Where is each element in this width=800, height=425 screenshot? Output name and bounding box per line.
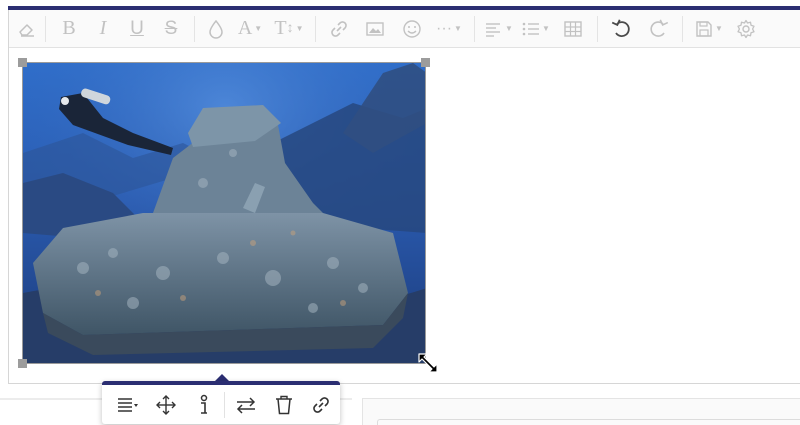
- toolbar-separator: [597, 15, 598, 42]
- align-icon[interactable]: ▼: [483, 15, 515, 43]
- settings-icon[interactable]: [731, 15, 761, 43]
- selected-image[interactable]: [18, 58, 438, 373]
- font-size-icon-label: T: [274, 17, 287, 39]
- popover-toolbar: [102, 381, 340, 424]
- strikethrough-icon[interactable]: S: [156, 15, 186, 43]
- link-icon[interactable]: [324, 15, 354, 43]
- resize-handle-top-left[interactable]: [18, 58, 27, 67]
- save-icon[interactable]: ▼: [691, 15, 727, 43]
- toolbar-separator: [315, 15, 316, 42]
- list-icon[interactable]: ▼: [519, 15, 553, 43]
- toolbar-separator: [194, 15, 195, 42]
- chevron-down-icon: ▼: [254, 24, 263, 33]
- chevron-down-icon: ▼: [542, 24, 550, 33]
- resize-cursor-icon: [416, 351, 440, 380]
- rich-text-editor: B I U S A ▼ T ↕ ▼ ··· ▼ ▼ ▼ ▼: [8, 10, 800, 384]
- undo-icon[interactable]: [606, 15, 638, 43]
- underwater-tank-image[interactable]: [22, 62, 426, 364]
- image-icon[interactable]: [358, 15, 392, 43]
- table-icon[interactable]: [557, 15, 589, 43]
- resize-handle-top-right[interactable]: [421, 58, 430, 67]
- updown-arrow-icon: ↕: [286, 20, 294, 36]
- bold-icon[interactable]: B: [54, 15, 84, 43]
- page: B I U S A ▼ T ↕ ▼ ··· ▼ ▼ ▼ ▼: [0, 0, 800, 425]
- chevron-down-icon: ▼: [505, 24, 513, 33]
- editor-content[interactable]: [9, 49, 800, 383]
- secondary-panel: [362, 398, 800, 425]
- more-icon[interactable]: ··· ▼: [432, 15, 466, 43]
- redo-icon[interactable]: [642, 15, 674, 43]
- italic-icon[interactable]: I: [88, 15, 118, 43]
- chevron-down-icon: ▼: [454, 24, 462, 33]
- emoji-icon[interactable]: [396, 15, 428, 43]
- delete-icon[interactable]: [265, 390, 303, 420]
- info-icon[interactable]: [185, 390, 223, 420]
- secondary-panel-inner: [377, 419, 800, 425]
- toolbar-separator: [474, 15, 475, 42]
- font-icon-label: A: [237, 17, 253, 39]
- chevron-down-icon: ▼: [295, 24, 304, 33]
- editor-toolbar: B I U S A ▼ T ↕ ▼ ··· ▼ ▼ ▼ ▼: [9, 10, 800, 48]
- popover-arrow: [215, 374, 229, 381]
- replace-icon[interactable]: [227, 390, 265, 420]
- image-edit-popover: [102, 374, 340, 424]
- popover-separator: [224, 391, 226, 418]
- align-icon[interactable]: [108, 390, 147, 420]
- move-icon[interactable]: [147, 390, 185, 420]
- chevron-down-icon: ▼: [715, 24, 723, 33]
- more-icon-label: ···: [436, 19, 453, 37]
- toolbar-separator: [45, 15, 46, 42]
- eraser-icon[interactable]: [17, 15, 37, 43]
- resize-handle-bottom-left[interactable]: [18, 359, 27, 368]
- font-size-icon[interactable]: T ↕ ▼: [271, 15, 307, 43]
- toolbar-separator: [682, 15, 683, 42]
- underline-icon[interactable]: U: [122, 15, 152, 43]
- link-icon[interactable]: [302, 390, 340, 420]
- color-drop-icon[interactable]: [203, 15, 229, 43]
- font-icon[interactable]: A ▼: [233, 15, 267, 43]
